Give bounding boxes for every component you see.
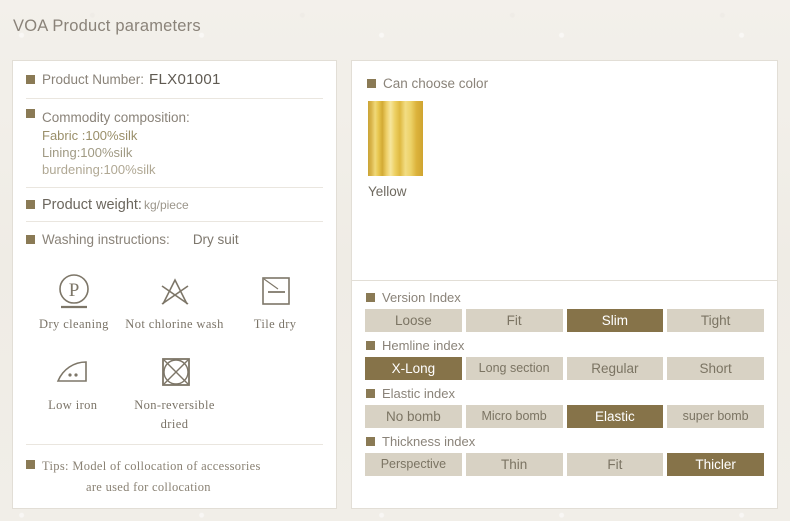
- index-groups: Version Index Loose Fit Slim Tight Hemli…: [352, 281, 777, 476]
- thickness-option-perspective[interactable]: Perspective: [365, 453, 462, 476]
- thickness-option-thicler[interactable]: Thicler: [667, 453, 764, 476]
- hemline-option-long-section[interactable]: Long section: [465, 357, 563, 380]
- thickness-option-fit[interactable]: Fit: [566, 453, 664, 476]
- care-symbols-row-1: P Dry cleaning Not chlorine wash Tile dr…: [26, 263, 323, 334]
- version-option-slim[interactable]: Slim: [566, 309, 664, 332]
- elastic-option-elastic[interactable]: Elastic: [566, 405, 664, 428]
- care-symbol-tile-dry: Tile dry: [227, 263, 323, 334]
- care-symbol-label: Tile dry: [253, 317, 297, 332]
- bullet-square-icon: [367, 79, 376, 88]
- product-number-label: Product Number:: [42, 72, 145, 87]
- color-swatch-yellow[interactable]: [368, 101, 423, 176]
- tips-line-2: are used for collocation: [86, 479, 211, 494]
- care-symbol-label-line2: dried: [160, 416, 189, 431]
- thickness-index-header: Thickness index: [366, 434, 764, 449]
- color-header: Can choose color: [352, 61, 777, 91]
- care-symbols-grid: P Dry cleaning Not chlorine wash Tile dr…: [13, 257, 336, 437]
- hemline-index-options: X-Long Long section Regular Short: [365, 357, 764, 380]
- tile-dry-icon: [253, 269, 297, 315]
- elastic-option-micro-bomb[interactable]: Micro bomb: [465, 405, 563, 428]
- bullet-square-icon: [26, 235, 35, 245]
- bullet-square-icon: [366, 341, 375, 350]
- composition-label: Commodity composition:: [42, 110, 190, 125]
- tips-line-1: Model of collocation of accessories: [72, 458, 261, 473]
- index-panel: Version Index Loose Fit Slim Tight Hemli…: [351, 281, 778, 509]
- tips-row: Tips: Model of collocation of accessorie…: [13, 445, 336, 499]
- thickness-index-options: Perspective Thin Fit Thicler: [365, 453, 764, 476]
- care-symbol-dry-cleaning: P Dry cleaning: [26, 263, 122, 334]
- care-symbol-non-reversible-dried: Non-reversible dried: [120, 344, 230, 434]
- care-symbols-row-2: Low iron Non-reversible dried: [26, 344, 323, 434]
- hemline-option-regular[interactable]: Regular: [566, 357, 664, 380]
- version-option-loose[interactable]: Loose: [365, 309, 462, 332]
- svg-text:P: P: [69, 280, 80, 301]
- version-index-options: Loose Fit Slim Tight: [365, 309, 764, 332]
- bullet-square-icon: [26, 459, 35, 469]
- care-symbols-empty-cell: [230, 344, 324, 434]
- care-symbol-label-line1: Non-reversible: [134, 398, 215, 413]
- bullet-square-icon: [26, 75, 35, 84]
- non-reversible-dried-icon: [153, 350, 197, 396]
- page-title: VOA Product parameters: [13, 17, 201, 35]
- washing-instructions-label: Washing instructions:: [42, 232, 170, 248]
- color-panel-label: Can choose color: [383, 76, 489, 91]
- product-number-value: FLX01001: [149, 71, 221, 88]
- care-symbol-label: Not chlorine wash: [125, 317, 224, 332]
- composition-fabric: Fabric :100%silk: [42, 127, 138, 143]
- color-panel: Can choose color Yellow: [351, 60, 778, 281]
- elastic-index-options: No bomb Micro bomb Elastic super bomb: [365, 405, 764, 428]
- bullet-square-icon: [26, 109, 35, 118]
- hemline-index-label: Hemline index: [382, 338, 465, 353]
- thickness-index-label: Thickness index: [382, 434, 476, 449]
- version-index-label: Version Index: [382, 290, 461, 305]
- product-weight-label: Product weight:: [42, 196, 142, 213]
- product-weight-unit: kg/piece: [143, 197, 189, 212]
- elastic-index-header: Elastic index: [366, 386, 764, 401]
- washing-instructions-row: Washing instructions: Dry suit: [13, 222, 336, 257]
- care-symbol-label: Non-reversible dried: [115, 396, 235, 434]
- care-symbol-label: Low iron: [48, 398, 98, 413]
- product-weight-row: Product weight: kg/piece: [13, 188, 336, 221]
- elastic-index-label: Elastic index: [382, 386, 455, 401]
- product-details-panel: Product Number: FLX01001 Commodity compo…: [12, 60, 337, 509]
- version-option-fit[interactable]: Fit: [465, 309, 563, 332]
- tips-label: Tips:: [42, 458, 69, 473]
- version-option-tight[interactable]: Tight: [667, 309, 764, 332]
- composition-burdening: burdening:100%silk: [42, 162, 156, 178]
- composition-row: Commodity composition: Fabric :100%silk …: [13, 99, 336, 187]
- version-index-header: Version Index: [366, 290, 764, 305]
- bullet-square-icon: [26, 200, 35, 210]
- elastic-option-no-bomb[interactable]: No bomb: [365, 405, 462, 428]
- care-symbol-label: Dry cleaning: [39, 317, 109, 332]
- hemline-index-header: Hemline index: [366, 338, 764, 353]
- color-swatch-label: Yellow: [368, 184, 407, 199]
- care-symbol-low-iron: Low iron: [26, 344, 120, 434]
- composition-lining: Lining:100%silk: [42, 144, 133, 160]
- dry-cleaning-icon: P: [52, 269, 96, 315]
- bullet-square-icon: [366, 389, 375, 398]
- thickness-option-thin[interactable]: Thin: [465, 453, 563, 476]
- low-iron-icon: [50, 350, 96, 396]
- bullet-square-icon: [366, 293, 375, 302]
- care-symbol-no-chlorine-wash: Not chlorine wash: [122, 263, 227, 334]
- elastic-option-super-bomb[interactable]: super bomb: [667, 405, 764, 428]
- bullet-square-icon: [366, 437, 375, 446]
- hemline-option-x-long[interactable]: X-Long: [365, 357, 462, 380]
- hemline-option-short[interactable]: Short: [667, 357, 764, 380]
- product-number-row: Product Number: FLX01001: [13, 61, 336, 98]
- washing-instructions-value: Dry suit: [192, 232, 239, 248]
- no-chlorine-wash-icon: [153, 269, 197, 315]
